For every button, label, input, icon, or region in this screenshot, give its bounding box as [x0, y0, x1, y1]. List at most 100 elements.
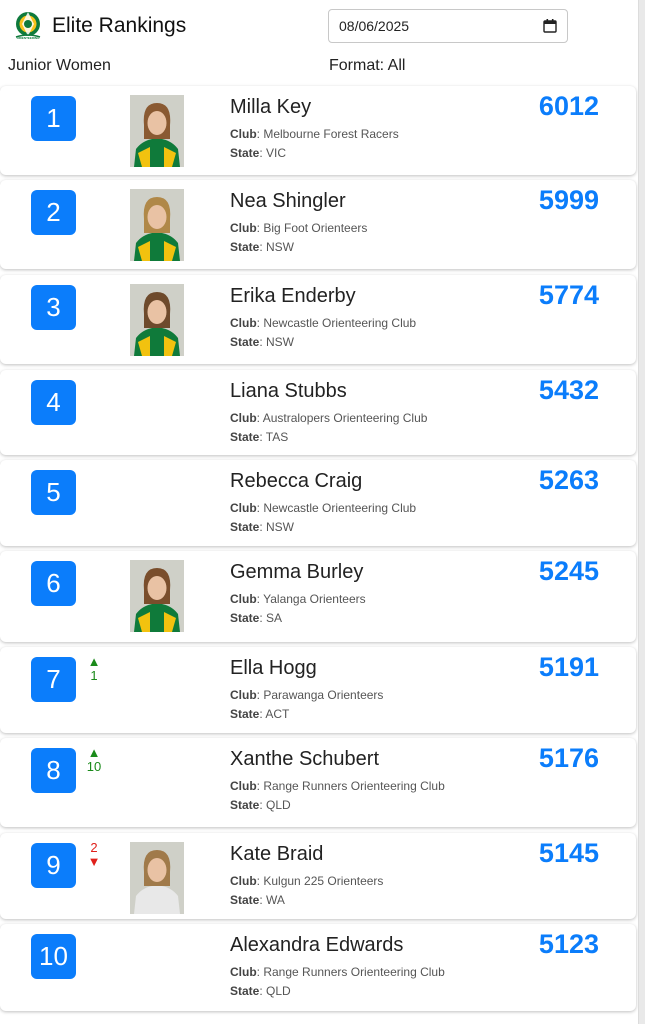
state-value: NSW — [266, 335, 295, 349]
ranking-score: 6012 — [538, 91, 599, 121]
athlete-club: Club: Parawanga Orienteers — [230, 688, 384, 702]
club-label: Club — [230, 688, 257, 702]
club-value: Newcastle Orienteering Club — [263, 501, 417, 515]
state-value: NSW — [266, 520, 295, 534]
athlete-portrait-icon — [130, 842, 184, 914]
ranking-card[interactable]: 6 Gemma Burley Club: Yalanga Orienteers Sta… — [0, 551, 636, 642]
scrollbar[interactable] — [638, 0, 645, 1024]
state-label: State — [230, 520, 260, 534]
triangle-up-icon: ▲ — [87, 745, 101, 760]
ranking-card[interactable]: 3 Erika Enderby Club: Newcastle Orienteeri… — [0, 275, 636, 364]
rank-movement: ▲ 1 — [82, 655, 106, 683]
athlete-club: Club: Newcastle Orienteering Club — [230, 316, 417, 330]
athlete-name: Kate Braid — [230, 843, 324, 865]
athlete-name: Xanthe Schubert — [230, 748, 379, 770]
athlete-state: State: NSW — [230, 335, 295, 349]
state-label: State — [230, 707, 260, 721]
rank-movement: 2 ▼ — [82, 841, 106, 869]
format-label: Format: All — [329, 57, 406, 74]
page-title: Elite Rankings — [52, 14, 187, 37]
header: ORIENTEERING Elite Rankings Junior Women… — [0, 0, 638, 86]
ranking-score: 5145 — [538, 838, 599, 868]
athlete-portrait-icon — [130, 560, 184, 632]
club-value: Melbourne Forest Racers — [263, 127, 399, 141]
athlete-photo — [130, 189, 184, 261]
athlete-name: Liana Stubbs — [230, 380, 347, 402]
club-label: Club — [230, 411, 257, 425]
state-value: VIC — [266, 146, 287, 160]
ranking-card[interactable]: 7 ▲ 1 Ella Hogg Club: Parawanga Orienteers St… — [0, 647, 636, 733]
athlete-state: State: QLD — [230, 798, 291, 812]
ranking-score: 5176 — [538, 743, 599, 773]
calendar-icon[interactable] — [543, 19, 557, 33]
club-value: Range Runners Orienteering Club — [263, 965, 445, 979]
date-picker-input[interactable]: 08/06/2025 — [328, 9, 568, 43]
ranking-card[interactable]: 8 ▲ 10 Xanthe Schubert Club: Range Runners O… — [0, 738, 636, 827]
date-value: 08/06/2025 — [339, 18, 410, 34]
athlete-club: Club: Kulgun 225 Orienteers — [230, 874, 384, 888]
rank-badge: 1 — [31, 96, 76, 141]
athlete-name: Ella Hogg — [230, 657, 317, 679]
club-value: Australopers Orienteering Club — [262, 411, 428, 425]
athlete-name: Rebecca Craig — [230, 470, 363, 492]
club-label: Club — [230, 965, 257, 979]
athlete-name: Nea Shingler — [230, 190, 346, 212]
athlete-club: Club: Australopers Orienteering Club — [230, 411, 428, 425]
rank-badge: 4 — [31, 380, 76, 425]
athlete-state: State: QLD — [230, 984, 291, 998]
triangle-up-icon: ▲ — [87, 654, 101, 669]
ranking-score: 5263 — [538, 465, 599, 495]
state-value: QLD — [266, 984, 291, 998]
rank-badge: 7 — [31, 657, 76, 702]
rank-movement: ▲ 10 — [82, 746, 106, 774]
state-label: State — [230, 984, 260, 998]
athlete-portrait-icon — [130, 189, 184, 261]
ranking-score: 5999 — [538, 185, 599, 215]
ranking-score: 5245 — [538, 556, 599, 586]
athlete-portrait-icon — [130, 95, 184, 167]
rank-change-value: 10 — [86, 759, 102, 774]
ranking-card[interactable]: 1 Milla Key Club: Melbourne Forest Racers S… — [0, 86, 636, 175]
athlete-state: State: WA — [230, 893, 285, 907]
athlete-club: Club: Melbourne Forest Racers — [230, 127, 399, 141]
ranking-card[interactable]: 4 Liana Stubbs Club: Australopers Orientee… — [0, 370, 636, 455]
athlete-state: State: NSW — [230, 240, 295, 254]
ranking-score: 5123 — [538, 929, 599, 959]
state-label: State — [230, 611, 260, 625]
athlete-state: State: VIC — [230, 146, 287, 160]
rank-badge: 8 — [31, 748, 76, 793]
club-label: Club — [230, 221, 257, 235]
ranking-card[interactable]: 10 Alexandra Edwards Club: Range Runners O… — [0, 924, 636, 1011]
athlete-club: Club: Range Runners Orienteering Club — [230, 965, 445, 979]
triangle-down-icon: ▼ — [87, 854, 101, 869]
state-value: ACT — [265, 707, 290, 721]
ranking-card[interactable]: 2 Nea Shingler Club: Big Foot Orienteers St… — [0, 180, 636, 269]
ranking-card[interactable]: 9 2 ▼ Kate Braid Club: Kulgun 225 Orienteers… — [0, 833, 636, 919]
rank-change-value: 2 — [90, 840, 98, 855]
club-label: Club — [230, 779, 257, 793]
athlete-portrait-icon — [130, 284, 184, 356]
athlete-state: State: TAS — [230, 430, 289, 444]
logo-text: ORIENTEERING — [16, 36, 40, 40]
state-label: State — [230, 146, 260, 160]
rank-badge: 6 — [31, 561, 76, 606]
state-label: State — [230, 430, 260, 444]
ranking-score: 5432 — [538, 375, 599, 405]
state-value: QLD — [266, 798, 291, 812]
athlete-state: State: NSW — [230, 520, 295, 534]
athlete-name: Gemma Burley — [230, 561, 364, 583]
athlete-club: Club: Big Foot Orienteers — [230, 221, 368, 235]
athlete-state: State: ACT — [230, 707, 290, 721]
state-label: State — [230, 893, 260, 907]
athlete-name: Milla Key — [230, 96, 312, 118]
athlete-name: Alexandra Edwards — [230, 934, 404, 956]
state-value: NSW — [266, 240, 295, 254]
page: ORIENTEERING Elite Rankings Junior Women… — [0, 0, 638, 1024]
ranking-card[interactable]: 5 Rebecca Craig Club: Newcastle Orienteeri… — [0, 460, 636, 546]
club-label: Club — [230, 592, 257, 606]
rank-badge: 10 — [31, 934, 76, 979]
club-label: Club — [230, 874, 257, 888]
state-label: State — [230, 335, 260, 349]
rank-change-value: 1 — [90, 668, 98, 683]
athlete-state: State: SA — [230, 611, 283, 625]
